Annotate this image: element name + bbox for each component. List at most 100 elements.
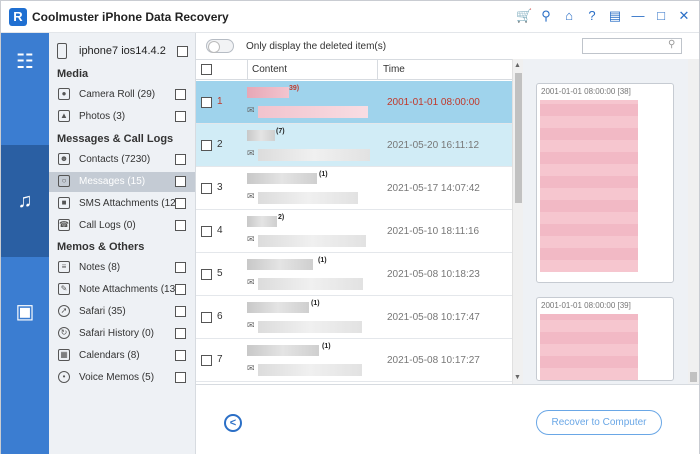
back-button[interactable]: <: [224, 414, 242, 432]
tree-item-safari-history[interactable]: ↻ Safari History (0): [49, 324, 195, 344]
tree-item-sms-attachments[interactable]: ■ SMS Attachments (12): [49, 194, 195, 214]
left-rail: ☷ ♫ ▣: [1, 33, 49, 454]
tree-item-voice-memos[interactable]: • Voice Memos (5): [49, 368, 195, 388]
tree-item-photos[interactable]: ▲ Photos (3): [49, 107, 195, 127]
close-icon[interactable]: ✕: [677, 8, 691, 24]
maximize-icon[interactable]: □: [654, 8, 668, 24]
message-icon: ○: [58, 175, 70, 187]
item-checkbox[interactable]: [175, 111, 186, 122]
chevron-left-icon: <: [229, 417, 237, 429]
table-row[interactable]: 6 (1) ✉ 2021-05-08 10:17:47: [196, 296, 512, 339]
table-row[interactable]: 7 (1) ✉ 2021-05-08 10:17:27: [196, 339, 512, 382]
message-preview-blurred: [258, 149, 370, 161]
section-messages-calls: Messages & Call Logs: [57, 133, 174, 145]
scroll-thumb[interactable]: [690, 372, 697, 382]
row-checkbox[interactable]: [201, 312, 212, 323]
table-header: Content Time: [196, 60, 512, 80]
item-checkbox[interactable]: [175, 372, 186, 383]
deleted-only-toggle[interactable]: [206, 39, 234, 53]
photo-icon: ▲: [58, 110, 70, 122]
rail-toolbox[interactable]: ▣: [1, 283, 49, 339]
item-checkbox[interactable]: [175, 89, 186, 100]
row-time: 2021-05-10 18:11:16: [387, 226, 480, 237]
table-row[interactable]: 1 39) ✉ 2001-01-01 08:00:00: [196, 81, 512, 124]
select-all-checkbox[interactable]: [201, 64, 212, 75]
row-checkbox[interactable]: [201, 355, 212, 366]
column-time[interactable]: Time: [383, 64, 405, 75]
item-checkbox[interactable]: [175, 154, 186, 165]
music-sync-icon: ♫: [17, 189, 33, 212]
message-count: 39): [289, 85, 300, 92]
device-checkbox[interactable]: [177, 46, 188, 57]
table-row[interactable]: 4 2) ✉ 2021-05-10 18:11:16: [196, 210, 512, 253]
title-bar: R Coolmuster iPhone Data Recovery 🛒 ⚲ ⌂ …: [1, 1, 699, 33]
help-icon[interactable]: ?: [585, 8, 599, 24]
contact-name-blurred: [247, 345, 319, 356]
item-label: Note Attachments (13): [79, 284, 179, 295]
row-checkbox[interactable]: [201, 97, 212, 108]
table-row[interactable]: 3 (1) ✉ 2021-05-17 14:07:42: [196, 167, 512, 210]
row-checkbox[interactable]: [201, 183, 212, 194]
tree-item-safari[interactable]: ➚ Safari (35): [49, 302, 195, 322]
app-logo: R: [9, 8, 27, 26]
item-checkbox[interactable]: [175, 284, 186, 295]
contact-name-blurred: [247, 130, 275, 141]
scroll-up-icon[interactable]: ▲: [514, 62, 521, 69]
column-content[interactable]: Content: [252, 64, 287, 75]
row-checkbox[interactable]: [201, 140, 212, 151]
tree-item-notes[interactable]: ≡ Notes (8): [49, 258, 195, 278]
notes-icon: ≡: [58, 261, 70, 273]
item-checkbox[interactable]: [175, 350, 186, 361]
message-preview-blurred: [258, 278, 363, 290]
bubble-timestamp: 2001-01-01 08:00:00 [39]: [541, 301, 631, 310]
recover-button[interactable]: Recover to Computer: [536, 410, 662, 435]
envelope-icon: ✉: [247, 105, 255, 115]
message-preview-blurred: [258, 106, 368, 118]
contact-name-blurred: [247, 87, 289, 98]
table-row[interactable]: 5 (1) ✉ 2021-05-08 10:18:23: [196, 253, 512, 296]
message-count: (1): [319, 171, 328, 178]
search-icon[interactable]: ⚲: [668, 40, 678, 50]
scroll-down-icon[interactable]: ▼: [514, 374, 521, 381]
message-bubble: 2001-01-01 08:00:00 [39]: [536, 297, 674, 381]
item-checkbox[interactable]: [175, 306, 186, 317]
contact-name-blurred: [247, 259, 313, 270]
attachment-icon: ■: [58, 197, 70, 209]
message-bubble: 2001-01-01 08:00:00 [38]: [536, 83, 674, 283]
envelope-icon: ✉: [247, 363, 255, 373]
section-media: Media: [57, 68, 89, 80]
toggle-label: Only display the deleted item(s): [246, 41, 387, 52]
device-row[interactable]: iphone7 ios14.4.2: [57, 43, 189, 61]
tree-item-contacts[interactable]: ☻ Contacts (7230): [49, 150, 195, 170]
scroll-thumb[interactable]: [515, 73, 522, 203]
search-input[interactable]: ⚲: [582, 38, 682, 54]
feedback-icon[interactable]: ▤: [608, 8, 622, 24]
envelope-icon: ✉: [247, 234, 255, 244]
rail-music-sync[interactable]: ♫: [1, 145, 49, 257]
cart-icon[interactable]: 🛒: [516, 8, 532, 24]
rail-device-recovery[interactable]: ☷: [1, 33, 49, 89]
home-icon[interactable]: ⌂: [562, 8, 576, 24]
tree-item-messages[interactable]: ○ Messages (15): [49, 172, 195, 192]
item-checkbox[interactable]: [175, 262, 186, 273]
preview-scrollbar[interactable]: [688, 59, 699, 384]
item-checkbox[interactable]: [175, 198, 186, 209]
item-checkbox[interactable]: [175, 176, 186, 187]
tree-item-camera-roll[interactable]: ● Camera Roll (29): [49, 85, 195, 105]
minimize-icon[interactable]: —: [631, 8, 645, 24]
item-label: Messages (15): [79, 176, 146, 187]
row-time: 2001-01-01 08:00:00: [387, 97, 480, 108]
item-label: Contacts (7230): [79, 154, 151, 165]
item-checkbox[interactable]: [175, 328, 186, 339]
tree-item-call-logs[interactable]: ☎ Call Logs (0): [49, 216, 195, 236]
key-icon[interactable]: ⚲: [539, 8, 553, 24]
row-checkbox[interactable]: [201, 269, 212, 280]
item-label: Safari History (0): [79, 328, 155, 339]
row-checkbox[interactable]: [201, 226, 212, 237]
tree-item-note-attachments[interactable]: ✎ Note Attachments (13): [49, 280, 195, 300]
tree-item-calendars[interactable]: ▦ Calendars (8): [49, 346, 195, 366]
table-row[interactable]: 2 (7) ✉ 2021-05-20 16:11:12: [196, 124, 512, 167]
table-scrollbar[interactable]: ▲ ▼: [512, 59, 523, 384]
message-count: (1): [318, 257, 327, 264]
item-checkbox[interactable]: [175, 220, 186, 231]
